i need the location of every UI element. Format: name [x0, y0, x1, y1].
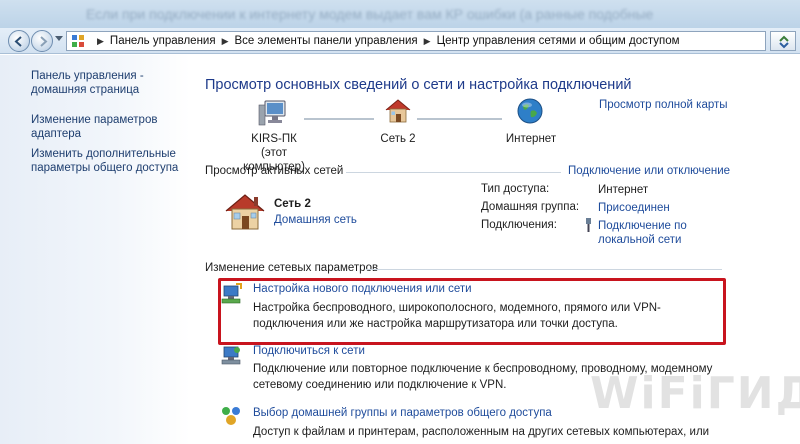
page-title: Просмотр основных сведений о сети и наст…: [205, 77, 632, 93]
section-divider: [366, 269, 722, 270]
prop-connections-label: Подключения:: [481, 219, 557, 231]
map-network-label: Сеть 2: [380, 133, 416, 145]
network-cable-icon: [586, 218, 591, 232]
prop-access-type-value: Интернет: [598, 184, 649, 196]
refresh-icon: [779, 35, 789, 49]
link-view-full-map[interactable]: Просмотр полной карты: [599, 99, 728, 111]
link-homegroup-sharing[interactable]: Выбор домашней группы и параметров общег…: [253, 407, 552, 419]
prop-access-type-label: Тип доступа:: [481, 183, 550, 195]
address-bar[interactable]: ▶ Панель управления ▶ Все элементы панел…: [66, 31, 766, 51]
computer-name: KIRS-ПК: [251, 133, 297, 145]
control-panel-icon: [72, 35, 84, 47]
computer-icon[interactable]: [258, 99, 288, 127]
link-setup-new-connection[interactable]: Настройка нового подключения или сети: [253, 283, 472, 295]
home-network-icon[interactable]: [384, 97, 412, 125]
active-network-name: Сеть 2: [274, 198, 311, 210]
breadcrumb-all-items[interactable]: Все элементы панели управления: [235, 35, 418, 47]
chevron-right-icon: ▶: [97, 35, 104, 46]
chevron-right-icon[interactable]: ▶: [222, 36, 229, 47]
link-advanced-sharing-settings[interactable]: Изменить дополнительные параметры общего…: [31, 147, 181, 175]
forward-button[interactable]: [31, 30, 53, 52]
breadcrumb-control-panel[interactable]: Панель управления: [110, 35, 216, 47]
window-title-bar: Если при подключении к интернету модем в…: [0, 0, 800, 28]
history-dropdown[interactable]: [55, 36, 63, 41]
navigation-bar: ▶ Панель управления ▶ Все элементы панел…: [0, 28, 800, 54]
refresh-button[interactable]: [770, 31, 796, 51]
link-change-adapter-settings[interactable]: Изменение параметров адаптера: [31, 113, 181, 141]
link-control-panel-home[interactable]: Панель управления - домашняя страница: [31, 69, 181, 97]
link-network-type[interactable]: Домашняя сеть: [274, 214, 357, 226]
breadcrumb-network-center[interactable]: Центр управления сетями и общим доступом: [437, 35, 680, 47]
prop-homegroup-label: Домашняя группа:: [481, 201, 580, 213]
task-desc-homegroup: Доступ к файлам и принтерам, расположенн…: [253, 426, 710, 438]
link-connect-to-network[interactable]: Подключиться к сети: [253, 345, 365, 357]
connect-network-icon: [221, 346, 241, 365]
left-task-pane: Панель управления - домашняя страница Из…: [0, 55, 190, 444]
link-homegroup-joined[interactable]: Присоединен: [598, 201, 670, 215]
watermark: WiFiГИД: [590, 368, 800, 419]
map-link-line: [417, 118, 502, 120]
blurred-overlay-text: Если при подключении к интернету модем в…: [86, 6, 654, 22]
change-settings-header: Изменение сетевых параметров: [205, 262, 379, 274]
house-icon: [225, 194, 265, 230]
map-internet-label: Интернет: [505, 133, 557, 145]
map-link-line: [304, 118, 374, 120]
active-networks-header: Просмотр активных сетей: [205, 165, 344, 177]
chevron-right-icon[interactable]: ▶: [424, 36, 431, 47]
network-setup-icon: [221, 283, 242, 304]
link-connect-disconnect[interactable]: Подключение или отключение: [568, 165, 730, 177]
forward-arrow-icon: [40, 36, 48, 47]
globe-icon[interactable]: [516, 97, 544, 125]
back-arrow-icon: [14, 36, 22, 47]
back-button[interactable]: [8, 30, 30, 52]
task-desc-new-connection: Настройка беспроводного, широкополосного…: [253, 302, 661, 330]
link-local-area-connection[interactable]: Подключение по локальной сети: [598, 219, 698, 247]
section-divider: [346, 172, 561, 173]
homegroup-icon: [222, 407, 240, 425]
